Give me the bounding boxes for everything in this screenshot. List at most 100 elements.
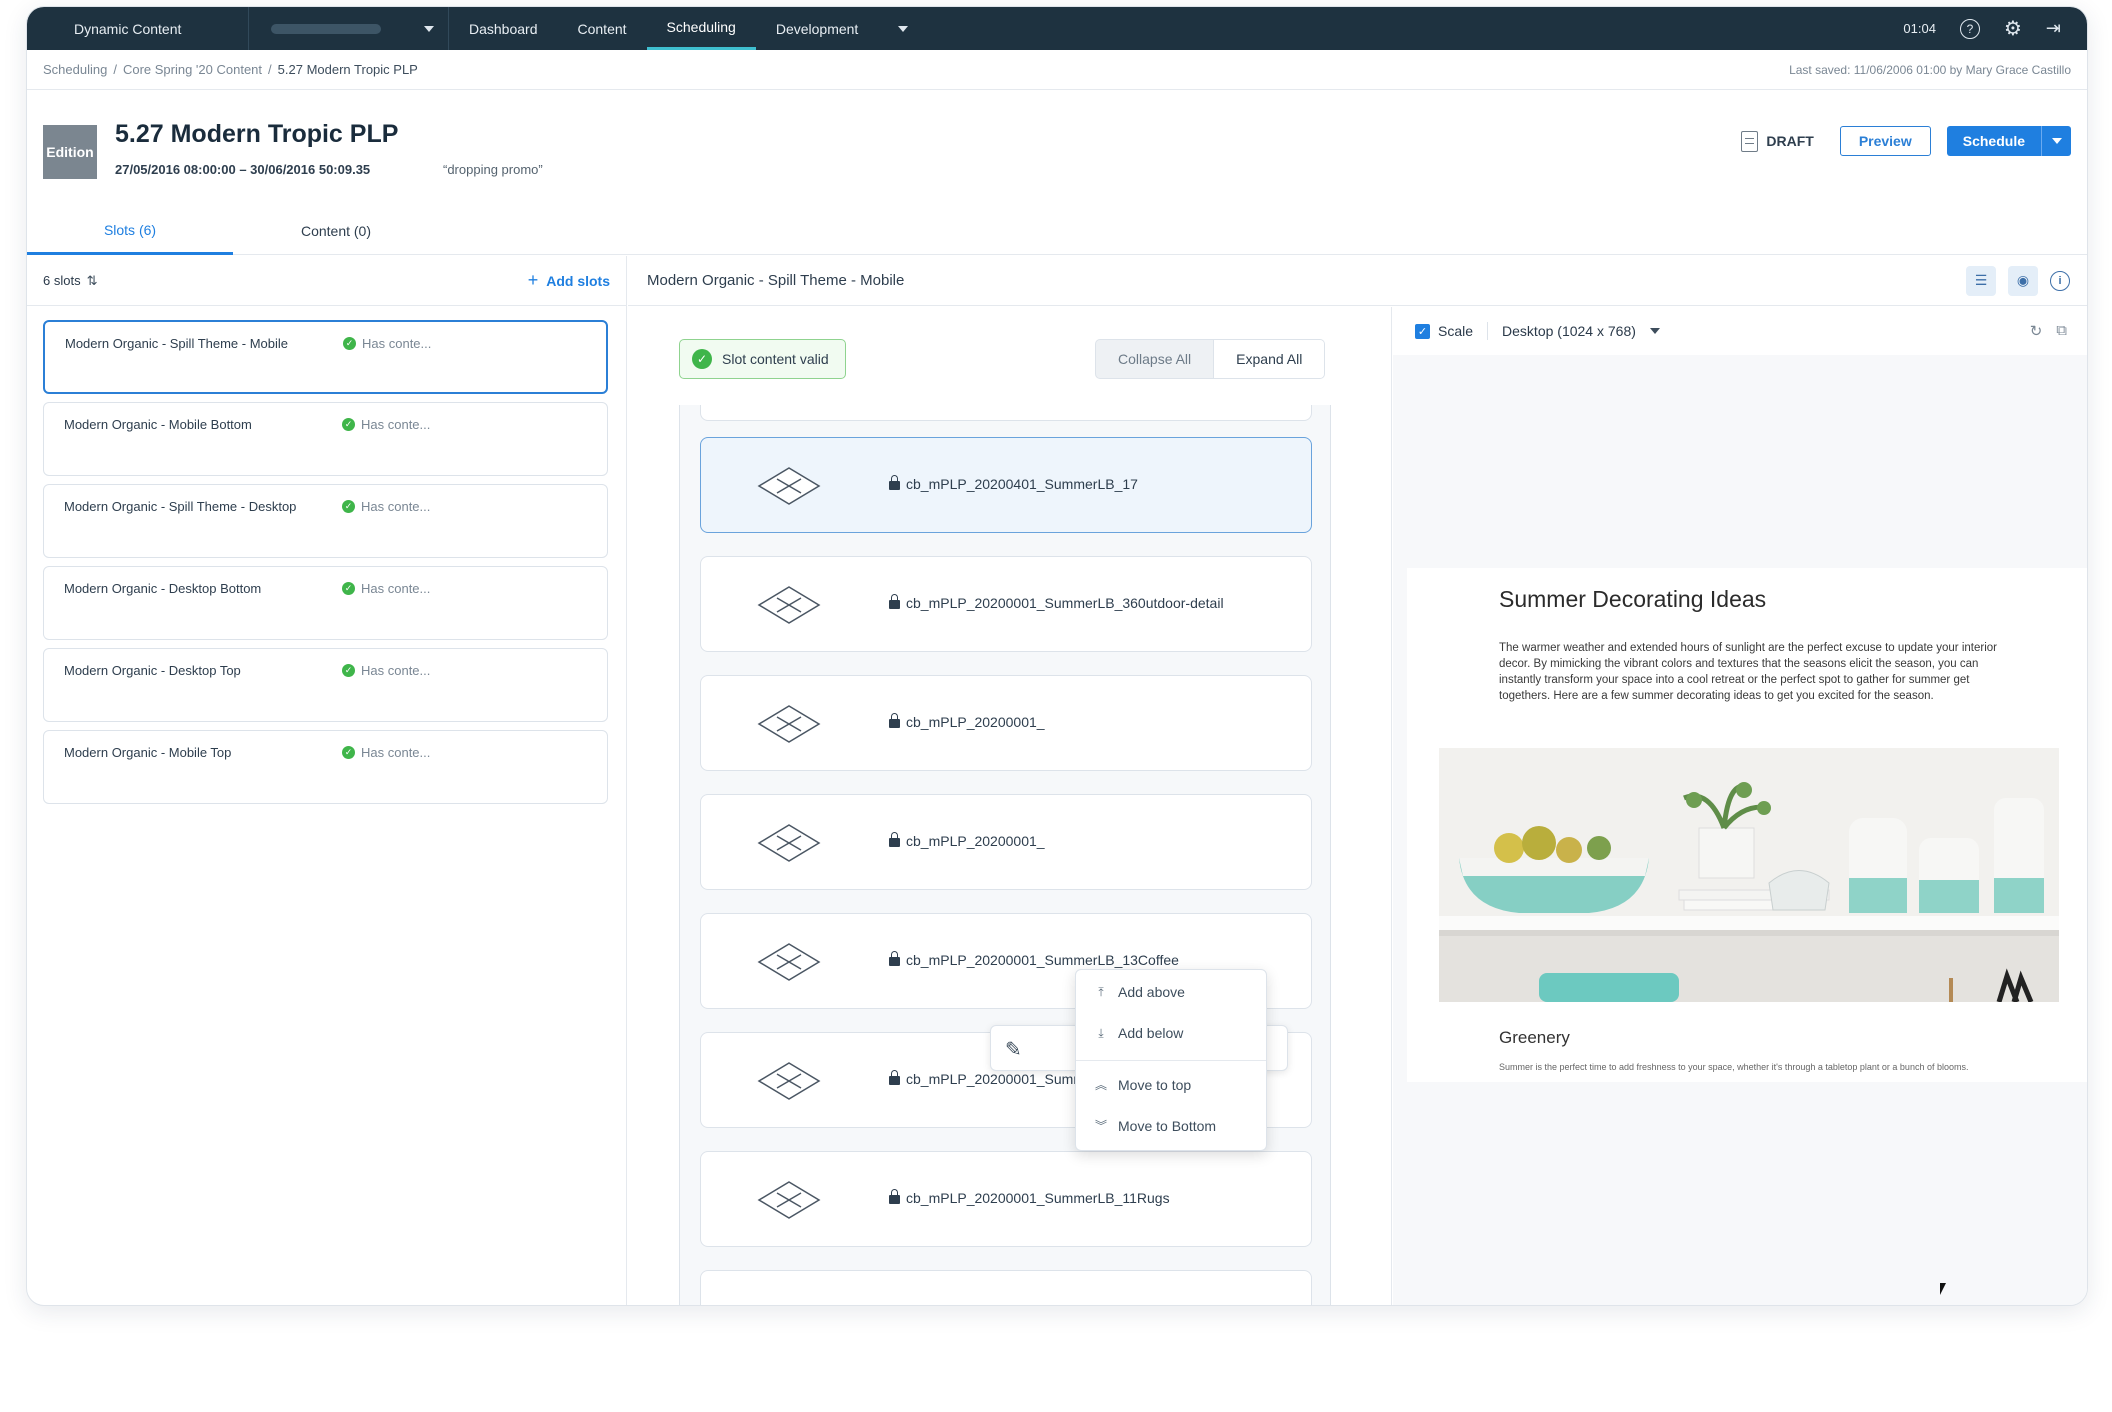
check-circle-icon: ✓ [342, 582, 355, 595]
image-placeholder-icon [757, 1062, 821, 1100]
content-block-card[interactable]: cb_mPLP_20200001_ [700, 675, 1312, 771]
nav-dashboard[interactable]: Dashboard [449, 7, 558, 50]
slot-status: Has conte... [361, 417, 431, 432]
content-block-card[interactable]: cb_mPLP_20200001_SummerLB_11Rugs [700, 1151, 1312, 1247]
slot-item[interactable]: Modern Organic - Desktop Bottom ✓ Has con… [43, 566, 608, 640]
lock-icon [889, 951, 900, 966]
list-view-icon[interactable]: ☰ [1966, 265, 1996, 296]
nav-development[interactable]: Development [756, 7, 879, 50]
menu-item-label: Add below [1118, 1025, 1184, 1041]
content-block-name: cb_mPLP_20200001_ [906, 714, 1045, 730]
menu-item-label: Add above [1118, 984, 1185, 1000]
nav-scheduling[interactable]: Scheduling [646, 7, 756, 50]
slot-item[interactable]: Modern Organic - Mobile Bottom ✓ Has cont… [43, 402, 608, 476]
collapse-all-button[interactable]: Collapse All [1096, 340, 1213, 378]
content-block-card[interactable]: cb_mPLP_20200001_SummerLB_360utdoor-deta… [700, 556, 1312, 652]
info-icon[interactable]: i [2050, 270, 2070, 291]
check-circle-icon: ✓ [342, 418, 355, 431]
menu-move-to-top[interactable]: ︽ Move to top [1094, 1076, 1191, 1093]
slot-item[interactable]: Modern Organic - Spill Theme - Mobile ✓ H… [43, 320, 608, 394]
open-external-icon[interactable]: ⧉ [2056, 322, 2067, 340]
app-window: Dynamic Content Dashboard Content Schedu… [26, 6, 2088, 1306]
edition-header: Edition 5.27 Modern Tropic PLP 27/05/201… [27, 90, 2087, 190]
content-block-name: cb_mPLP_20200001_SummerLB_11Rugs [906, 1190, 1170, 1206]
menu-add-below[interactable]: ⤓ Add below [1094, 1025, 1183, 1041]
preview-heading: Summer Decorating Ideas [1499, 586, 1767, 612]
hub-selector[interactable] [249, 7, 449, 50]
help-icon[interactable]: ? [1959, 18, 1980, 39]
add-slots-button[interactable]: + Add slots [528, 270, 610, 291]
chevron-down-icon [898, 25, 909, 32]
eye-icon[interactable]: ◉ [2008, 265, 2038, 296]
tab-content[interactable]: Content (0) [233, 207, 439, 255]
image-placeholder-icon [757, 467, 821, 505]
slot-count: 6 slots [43, 273, 81, 288]
chevron-down-icon [1649, 328, 1660, 334]
logout-icon[interactable]: ⇥ [2046, 18, 2061, 39]
slot-item[interactable]: Modern Organic - Spill Theme - Desktop ✓… [43, 484, 608, 558]
check-circle-icon: ✓ [343, 337, 356, 350]
shelf-photo [1439, 748, 2059, 1002]
slot-status: Has conte... [361, 745, 431, 760]
slot-name: Modern Organic - Mobile Top [64, 745, 232, 760]
schedule-button[interactable]: Schedule [1946, 126, 2041, 156]
scale-checkbox[interactable]: ✓ [1415, 323, 1430, 339]
chevron-down-icon [424, 25, 434, 32]
lock-icon [889, 475, 900, 490]
content-block-card[interactable] [700, 405, 1312, 421]
slot-name: Modern Organic - Desktop Top [64, 663, 241, 678]
edition-dates: 27/05/2016 08:00:00 – 30/06/2016 50:09.3… [115, 162, 371, 177]
nav-more-dropdown[interactable] [878, 7, 928, 50]
breadcrumb-event[interactable]: Core Spring '20 Content [123, 62, 262, 77]
document-icon [1741, 130, 1759, 152]
menu-add-above[interactable]: ⤒ Add above [1094, 984, 1185, 1000]
image-placeholder-icon [757, 824, 821, 862]
content-block-card[interactable]: cb_mPLP_20200401_SummerLB_17 [700, 437, 1312, 533]
device-value: Desktop (1024 x 768) [1502, 323, 1636, 339]
slot-item[interactable]: Modern Organic - Mobile Top ✓ Has conte..… [43, 730, 608, 804]
breadcrumb-scheduling[interactable]: Scheduling [43, 62, 107, 77]
mouse-cursor-icon [1940, 1283, 1952, 1295]
preview-subheading: Greenery [1499, 1028, 1570, 1047]
nav-content[interactable]: Content [558, 7, 647, 50]
slot-title: Modern Organic - Spill Theme - Mobile [647, 272, 905, 289]
edit-icon[interactable]: ✎ [1005, 1037, 1022, 1062]
slot-item[interactable]: Modern Organic - Desktop Top ✓ Has conte.… [43, 648, 608, 722]
slot-name: Modern Organic - Spill Theme - Desktop [64, 499, 297, 514]
lock-icon [889, 1189, 900, 1204]
divider [1487, 322, 1489, 340]
lock-icon [889, 713, 900, 728]
content-block-card[interactable]: cb_mPLP_20200001_ [700, 794, 1312, 890]
slot-status: Has conte... [361, 663, 431, 678]
context-menu: ⤒ Add above ⤓ Add below ︽ Move to top ︾ … [1075, 969, 1267, 1151]
menu-item-label: Move to Bottom [1118, 1117, 1217, 1134]
refresh-icon[interactable]: ↻ [2030, 322, 2043, 340]
top-nav: Dynamic Content Dashboard Content Schedu… [27, 7, 2087, 50]
image-placeholder-icon [757, 586, 821, 624]
slot-status: Has conte... [361, 499, 431, 514]
slot-name: Modern Organic - Mobile Bottom [64, 417, 252, 432]
preview-button[interactable]: Preview [1839, 126, 1931, 156]
page-preview: Summer Decorating Ideas The warmer weath… [1407, 568, 2087, 1082]
check-circle-icon: ✓ [342, 500, 355, 513]
check-circle-icon: ✓ [342, 746, 355, 759]
expand-all-button[interactable]: Expand All [1213, 340, 1325, 378]
gear-icon[interactable]: ⚙ [2004, 16, 2022, 41]
schedule-options-button[interactable] [2041, 126, 2071, 156]
last-saved-text: Last saved: 11/06/2006 01:00 by Mary Gra… [1789, 62, 2071, 77]
content-list[interactable]: cb_mPLP_20200401_SummerLB_17 cb_mPLP_202… [679, 405, 1331, 1305]
slot-status: Has conte... [362, 336, 432, 351]
content-block-name: cb_mPLP_20200001_SummerLB_360utdoor-deta… [906, 595, 1224, 611]
content-block-name: cb_mPLP_20200001_SummerLB_13Coffee [906, 952, 1179, 968]
plus-icon: + [527, 270, 539, 290]
lock-icon [889, 832, 900, 847]
content-block-name: cb_mPLP_20200001_ [906, 833, 1045, 849]
device-select[interactable]: Desktop (1024 x 768) [1502, 323, 1660, 339]
slot-workspace: Modern Organic - Spill Theme - Mobile ☰ … [628, 256, 2087, 1305]
menu-move-to-bottom[interactable]: ︾ Move to Bottom [1094, 1117, 1216, 1134]
tab-slots[interactable]: Slots (6) [27, 207, 233, 255]
content-block-card[interactable] [700, 1270, 1312, 1305]
status-text: DRAFT [1766, 133, 1814, 149]
slot-editor: ✓ Slot content valid Collapse All Expand… [628, 307, 1392, 1305]
sort-icon[interactable]: ⇅ [87, 273, 98, 289]
